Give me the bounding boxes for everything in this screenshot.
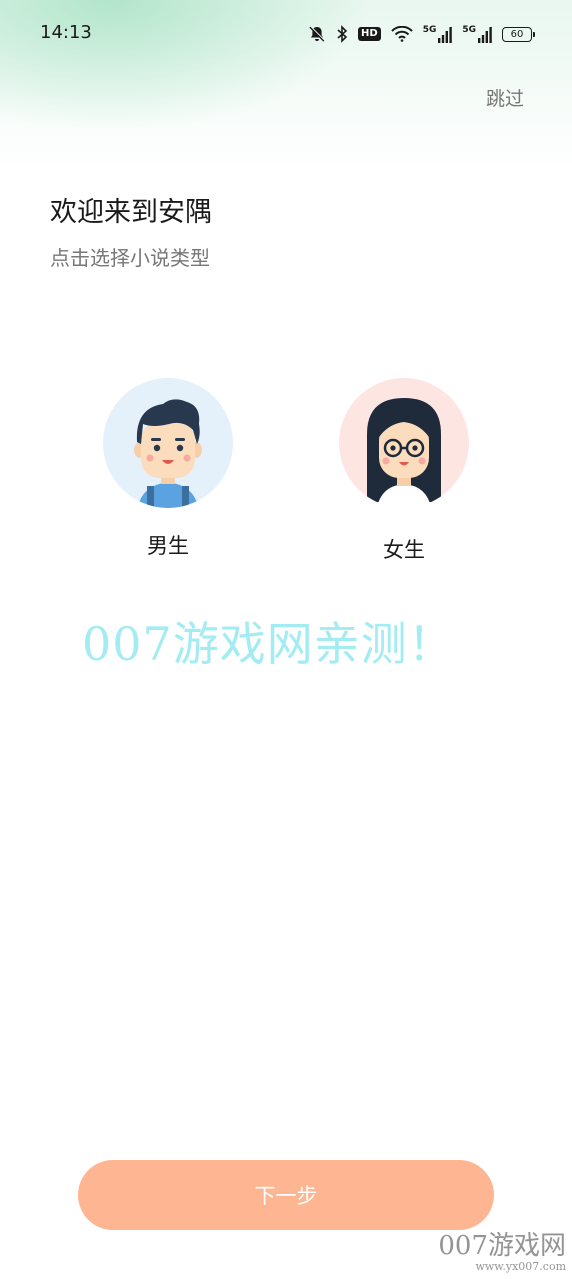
corner-watermark-brand: 007游戏网	[438, 1231, 566, 1261]
network-type-label: 5G	[462, 24, 476, 35]
male-label: 男生	[147, 534, 189, 558]
girl-avatar-icon	[367, 398, 441, 508]
signal-icon: 5G	[422, 24, 453, 43]
skip-button[interactable]: 跳过	[486, 84, 524, 111]
next-button[interactable]: 下一步	[78, 1160, 494, 1230]
male-avatar[interactable]	[103, 378, 233, 508]
signal-icon: 5G	[462, 24, 492, 43]
wifi-icon	[390, 26, 413, 42]
bluetooth-icon	[336, 25, 348, 43]
network-type-label: 5G	[422, 24, 437, 35]
corner-watermark-url: www.yx007.com	[475, 1260, 566, 1273]
battery-icon: 60	[502, 26, 535, 42]
female-label: 女生	[383, 538, 425, 562]
hd-icon: HD	[358, 27, 381, 41]
corner-watermark: 007游戏网 www.yx007.com	[438, 1232, 566, 1273]
watermark-text: 007游戏网亲测！	[82, 617, 455, 671]
status-time: 14:13	[40, 22, 92, 43]
status-icons: HD 5G 5G 60	[308, 22, 535, 46]
female-option[interactable]: 女生	[334, 378, 474, 564]
boy-avatar-icon	[134, 399, 202, 508]
mute-bell-icon	[308, 25, 326, 43]
status-bar: 14:13 HD 5G 5G 60	[0, 0, 572, 68]
male-option[interactable]: 男生	[98, 378, 238, 560]
page-subtitle: 点击选择小说类型	[50, 246, 210, 270]
page-title: 欢迎来到安隅	[50, 197, 212, 228]
female-avatar[interactable]	[339, 378, 469, 508]
